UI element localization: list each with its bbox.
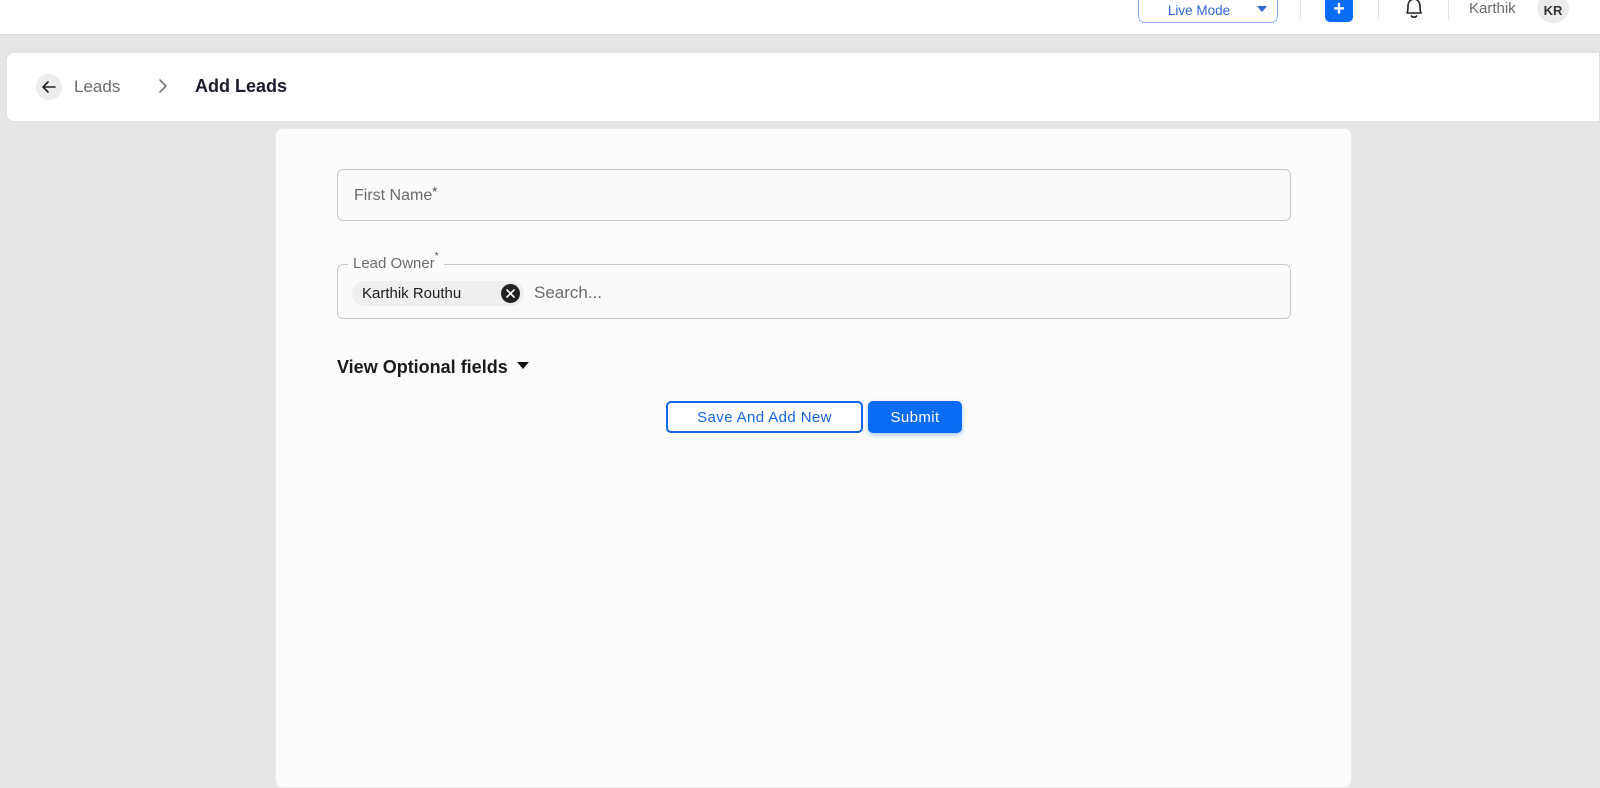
- bell-icon[interactable]: [1402, 0, 1426, 20]
- lead-owner-label: Lead Owner*: [348, 251, 444, 272]
- page-title: Add Leads: [195, 76, 288, 96]
- selected-owner-chip: Karthik Routhu: [352, 281, 524, 306]
- submit-button[interactable]: Submit: [868, 401, 962, 433]
- breadcrumb: Leads Add Leads: [6, 52, 1600, 122]
- chip-label: Karthik Routhu: [362, 285, 462, 302]
- top-bar: Live Mode + Karthik KR: [0, 0, 1600, 35]
- breadcrumb-leads-link[interactable]: Leads: [74, 77, 120, 97]
- header-divider: [1300, 0, 1301, 20]
- header-divider: [1448, 0, 1449, 20]
- save-and-add-new-button[interactable]: Save And Add New: [666, 401, 863, 433]
- first-name-placeholder: First Name*: [354, 184, 438, 204]
- add-lead-form: First Name* Lead Owner* Karthik Routhu V…: [275, 128, 1352, 788]
- close-circle-icon[interactable]: [501, 284, 520, 303]
- chevron-down-icon: [1257, 6, 1267, 12]
- lead-owner-field[interactable]: Lead Owner* Karthik Routhu: [337, 251, 1291, 319]
- mode-select-value: Live Mode: [1167, 2, 1231, 18]
- view-optional-fields-toggle[interactable]: View Optional fields: [337, 357, 529, 378]
- required-mark: *: [434, 251, 439, 262]
- required-mark: *: [432, 184, 438, 199]
- first-name-field[interactable]: First Name*: [337, 169, 1291, 221]
- optional-toggle-label: View Optional fields: [337, 357, 508, 377]
- plus-icon: +: [1333, 0, 1345, 20]
- chevron-right-icon: [159, 79, 167, 93]
- caret-down-icon: [516, 362, 529, 369]
- back-button[interactable]: [36, 74, 62, 100]
- avatar[interactable]: KR: [1537, 0, 1569, 23]
- add-button[interactable]: +: [1325, 0, 1353, 22]
- header-divider: [1378, 0, 1379, 20]
- mode-select[interactable]: Live Mode: [1138, 0, 1278, 23]
- lead-owner-search-input[interactable]: [534, 279, 1234, 307]
- arrow-left-icon: [42, 81, 56, 93]
- user-name[interactable]: Karthik: [1469, 0, 1516, 17]
